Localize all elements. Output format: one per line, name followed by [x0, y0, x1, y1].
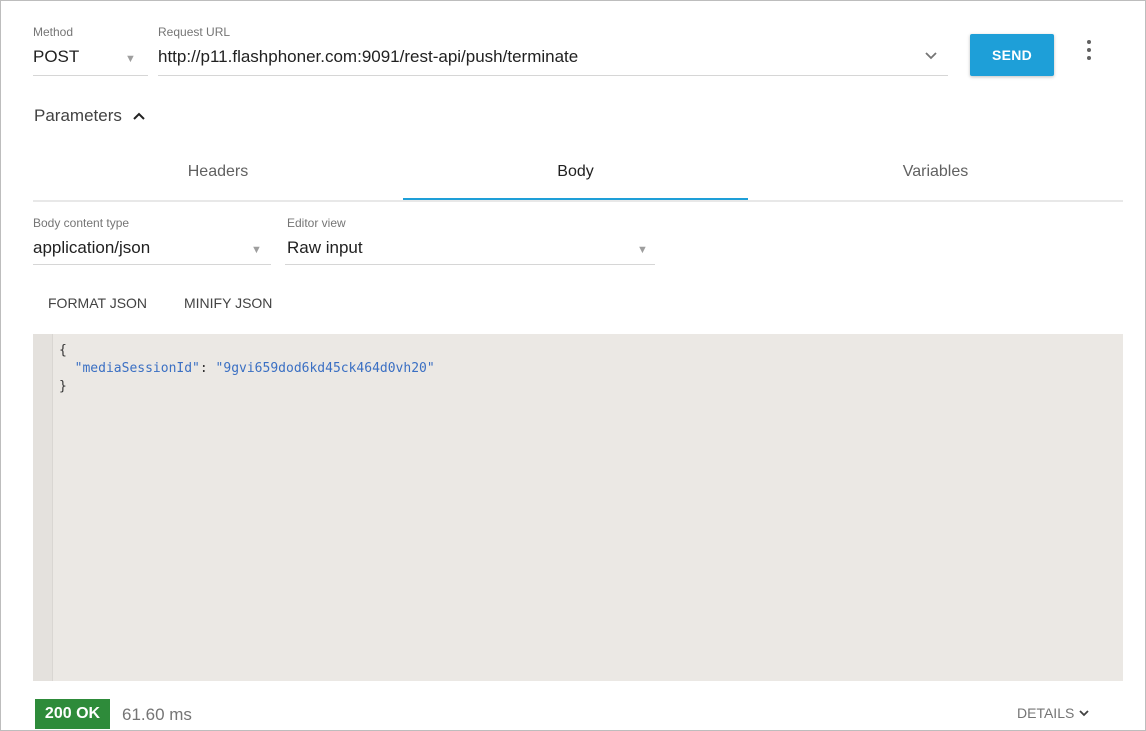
chevron-up-icon	[132, 106, 146, 126]
body-content-type-select[interactable]: Body content type application/json ▼	[33, 216, 271, 265]
parameters-label: Parameters	[34, 106, 122, 125]
more-vert-icon[interactable]	[1085, 40, 1093, 64]
json-separator: :	[199, 361, 216, 376]
active-tab-indicator	[403, 198, 748, 200]
tab-headers[interactable]: Headers	[33, 147, 403, 197]
status-badge: 200 OK	[35, 699, 110, 729]
editor-view-select[interactable]: Editor view Raw input ▼	[285, 216, 655, 265]
tab-body[interactable]: Body	[403, 147, 748, 197]
method-value: POST	[33, 47, 80, 66]
code-content[interactable]: { "mediaSessionId": "9gvi659dod6kd45ck46…	[59, 342, 435, 396]
dropdown-caret-icon: ▼	[251, 244, 262, 256]
send-button[interactable]: SEND	[970, 34, 1054, 76]
editor-view-value: Raw input	[287, 238, 363, 257]
json-value: "9gvi659dod6kd45ck464d0vh20"	[215, 361, 435, 376]
code-editor[interactable]: { "mediaSessionId": "9gvi659dod6kd45ck46…	[33, 334, 1123, 681]
dropdown-caret-icon: ▼	[637, 244, 648, 256]
format-json-button[interactable]: FORMAT JSON	[48, 295, 147, 311]
editor-gutter	[33, 334, 53, 681]
details-button[interactable]: DETAILS	[1017, 705, 1090, 721]
url-label: Request URL	[158, 25, 231, 39]
chevron-down-icon	[1078, 705, 1090, 721]
content-type-value: application/json	[33, 238, 151, 257]
editor-view-label: Editor view	[287, 216, 346, 230]
tab-variables[interactable]: Variables	[748, 147, 1123, 197]
json-close-brace: }	[59, 379, 67, 394]
json-open-brace: {	[59, 343, 67, 358]
response-time: 61.60 ms	[122, 705, 192, 724]
content-type-label: Body content type	[33, 216, 130, 230]
chevron-down-icon[interactable]	[923, 47, 939, 63]
tab-bar: Headers Body Variables	[33, 147, 1123, 202]
minify-json-button[interactable]: MINIFY JSON	[184, 295, 272, 311]
method-label: Method	[33, 25, 74, 39]
dropdown-caret-icon: ▼	[125, 53, 136, 65]
method-select[interactable]: Method POST ▼	[33, 25, 148, 76]
parameters-toggle[interactable]: Parameters	[34, 106, 146, 126]
details-label: DETAILS	[1017, 705, 1075, 721]
url-input[interactable]: http://p11.flashphoner.com:9091/rest-api…	[158, 47, 578, 67]
json-key: "mediaSessionId"	[74, 361, 200, 376]
request-url-field[interactable]: Request URL http://p11.flashphoner.com:9…	[158, 25, 948, 76]
